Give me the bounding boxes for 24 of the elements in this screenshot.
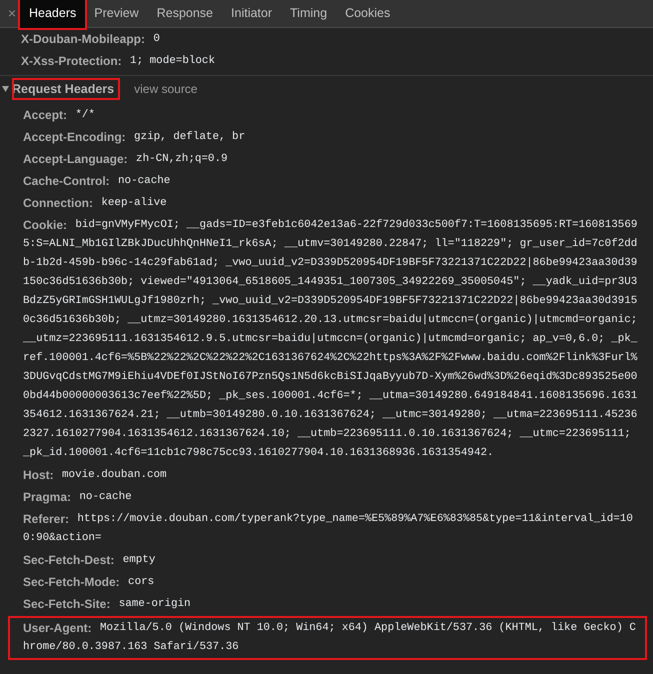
close-button[interactable]: × — [4, 3, 20, 24]
tab[interactable]: Initiator — [222, 0, 282, 28]
header-entry: Sec-Fetch-Dest: empty — [22, 552, 156, 568]
tab[interactable]: Cookies — [336, 0, 400, 28]
header-entry: User-Agent: Mozilla/5.0 (Windows NT 10.0; Win64; x64) AppleWebKit/537.36 (KHTML, like Gecko) Chrome/80.0.3987.163 Safari/537.36 — [23, 620, 637, 655]
tab[interactable]: Preview — [85, 0, 148, 28]
header-entry: Accept-Language: zh-CN,zh;q=0.9 — [22, 150, 229, 168]
section-title[interactable]: Request Headers — [12, 78, 120, 100]
header-entry: X-Douban-Mobileapp: 0 — [20, 30, 161, 48]
header-entry: Sec-Fetch-Mode: cors — [22, 574, 156, 590]
header-entry: Connection: keep-alive — [22, 194, 168, 212]
header-entry: Host: movie.douban.com — [22, 466, 168, 484]
header-entry: Accept: */* — [22, 106, 96, 124]
view-source-link[interactable]: view source — [134, 80, 198, 98]
expand-triangle-icon[interactable] — [2, 86, 9, 92]
header-entry: Cookie: bid=gnVMyFMycOI; __gads=ID=e3feb1c6042e13a6-22f729d033c500f7:T=1608135695:RT=1608135695:S=ALNI_Mb1GIlZBkJDucUhhQnHNeI1_rk6sA; __utmv=30149280.22847; ll="118229"; gr_user_id=7c0f2ddb-1b2d-459b-b96c-14c29fab61ad; _vwo_uuid_v2=D339D520954DF19BF5F73221371C22D22|86be99423aa30d39150c36d51636b30b; viewed="4913064_6518605_1449351_1007305_34922269_35005045"; __yadk_uid=pr3U3BdzZ5yGRImGSH1WULgJf1980zrh; _vwo_uuid_v2=D339D520954DF19BF5F73221371C22D22|86be99423aa30d39150c36d51636b30b; __utmz=30149280.1631354612.20.13.utmcsr=baidu|utmccn=(organic)|utmcmd=organic; __utmz=223695111.1631354612.9.5.utmcsr=baidu|utmccn=(organic)|utmcmd=organic; ap_v=0,6.0; _pk_ref.100001.4cf6=%5B%22%22%2C%22%22%2C1631367624%2C%22https%3A%2F%2Fwww.baidu.com%2Flink%3Furl%3DUGvqCdstMG7M9iEhiu4VDEf0IJStNoI67Pzn5Qs1N5d6kcBiSIJqaByyub7D-Xym%26wd%3D%26eqid%3Dc893525e000bd44b00000003613c7eef%22%5D; _pk_ses.100001.4cf6=*; __utma=30149280.649184841.1608135696.1631354612.1631367624.21; __utmb=30149280.0.10.1631367624; __utmc=30149280; __utma=223695111.452362327.1610277904.1631354612.1631367624.10; __utmb=223695111.0.10.1631367624; __utmc=223695111; _pk_id.100001.4cf6=11cb1c798c75cc93.1610277904.10.1631368936.1631354942. — [22, 216, 638, 460]
tab[interactable]: Response — [148, 0, 222, 28]
tab[interactable]: Headers — [20, 0, 86, 28]
header-entry: Cache-Control: no-cache — [22, 172, 172, 190]
tab[interactable]: Timing — [281, 0, 336, 28]
header-entry: Pragma: no-cache — [22, 488, 133, 506]
header-entry: Accept-Encoding: gzip, deflate, br — [22, 128, 246, 146]
header-entry: X-Xss-Protection: 1; mode=block — [20, 52, 216, 70]
header-entry: Sec-Fetch-Site: same-origin — [22, 596, 192, 612]
